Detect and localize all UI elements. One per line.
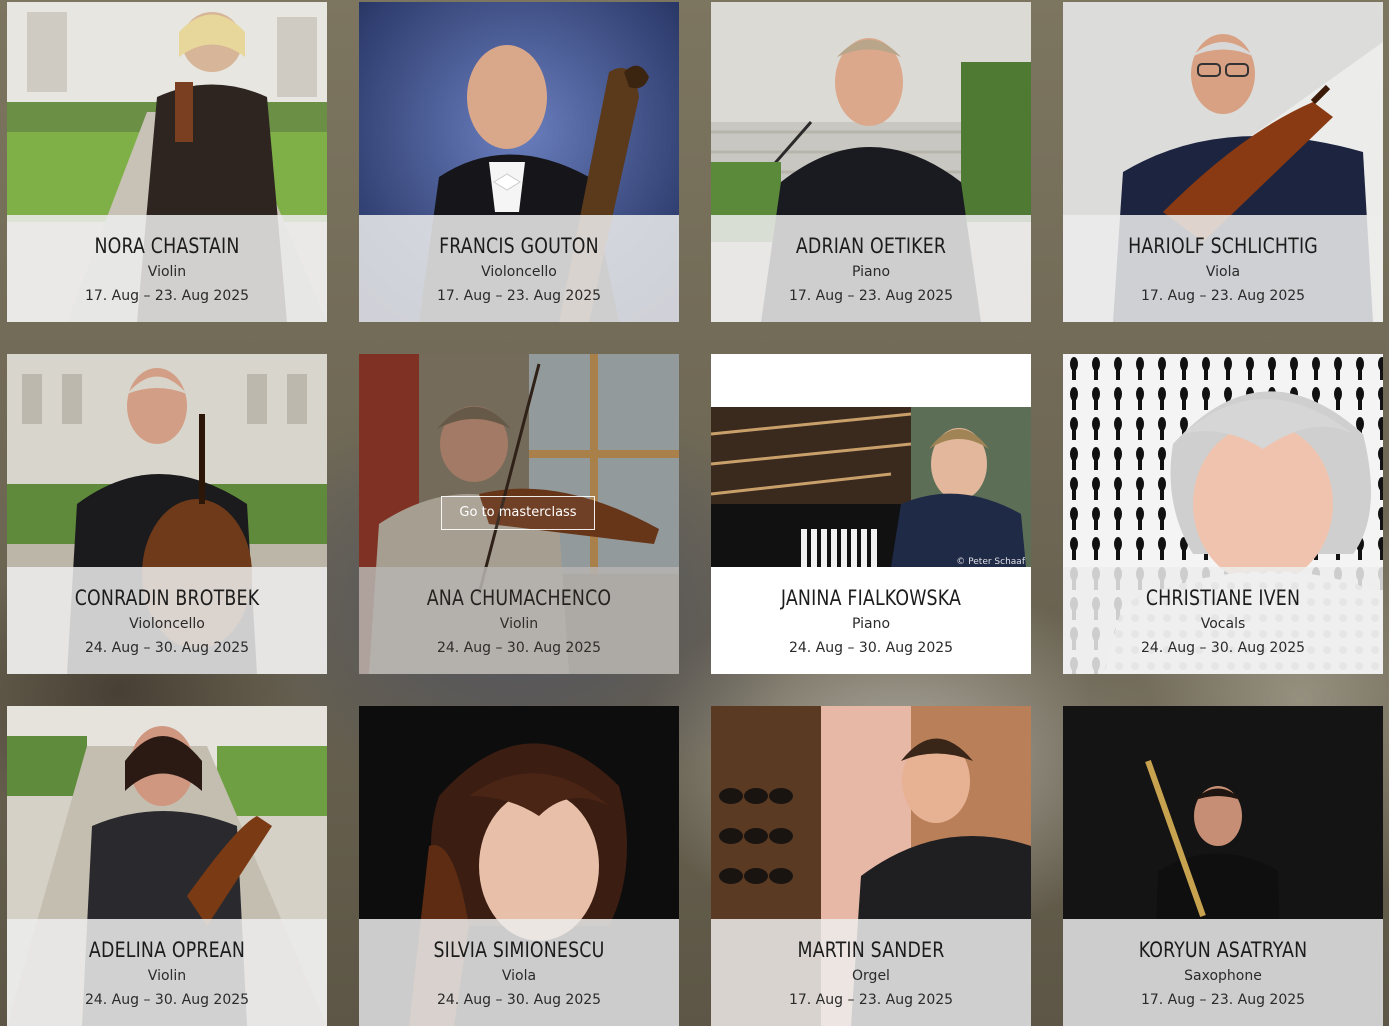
masterclass-card-martin-sander[interactable]: MARTIN SANDER Orgel 17. Aug – 23. Aug 20… xyxy=(711,706,1031,1026)
teacher-name: FRANCIS GOUTON xyxy=(439,234,599,258)
instrument-label: Violoncello xyxy=(481,264,557,280)
date-range: 24. Aug – 30. Aug 2025 xyxy=(84,640,250,656)
date-range: 24. Aug – 30. Aug 2025 xyxy=(1140,640,1306,656)
teacher-name: SILVIA SIMIONESCU xyxy=(433,938,605,962)
teacher-name: JANINA FIALKOWSKA xyxy=(780,586,962,610)
instrument-label: Saxophone xyxy=(1184,968,1262,984)
date-range: 17. Aug – 23. Aug 2025 xyxy=(788,288,954,304)
masterclass-card-conradin-brotbek[interactable]: CONRADIN BROTBEK Violoncello 24. Aug – 3… xyxy=(7,354,327,674)
instrument-label: Vocals xyxy=(1200,616,1246,632)
card-info-panel: NORA CHASTAIN Violin 17. Aug – 23. Aug 2… xyxy=(7,215,327,322)
masterclass-card-nora-chastain[interactable]: NORA CHASTAIN Violin 17. Aug – 23. Aug 2… xyxy=(7,2,327,322)
masterclass-card-adelina-oprean[interactable]: ADELINA OPREAN Violin 24. Aug – 30. Aug … xyxy=(7,706,327,1026)
card-info-panel: HARIOLF SCHLICHTIG Viola 17. Aug – 23. A… xyxy=(1063,215,1383,322)
card-info-panel: ADELINA OPREAN Violin 24. Aug – 30. Aug … xyxy=(7,919,327,1026)
instrument-label: Orgel xyxy=(852,968,890,984)
instrument-label: Violin xyxy=(147,264,187,280)
masterclass-card-ana-chumachenco[interactable]: Go to masterclass ANA CHUMACHENCO Violin… xyxy=(359,354,679,674)
date-range: 17. Aug – 23. Aug 2025 xyxy=(84,288,250,304)
teacher-name: NORA CHASTAIN xyxy=(94,234,240,258)
teacher-name: CHRISTIANE IVEN xyxy=(1145,586,1301,610)
date-range: 24. Aug – 30. Aug 2025 xyxy=(436,640,602,656)
card-info-panel: JANINA FIALKOWSKA Piano 24. Aug – 30. Au… xyxy=(711,567,1031,674)
date-range: 17. Aug – 23. Aug 2025 xyxy=(788,992,954,1008)
teacher-name: MARTIN SANDER xyxy=(797,938,945,962)
date-range: 17. Aug – 23. Aug 2025 xyxy=(1140,992,1306,1008)
date-range: 17. Aug – 23. Aug 2025 xyxy=(1140,288,1306,304)
card-info-panel: ADRIAN OETIKER Piano 17. Aug – 23. Aug 2… xyxy=(711,215,1031,322)
photo-credit: © Peter Schaaf xyxy=(956,557,1025,567)
card-info-panel: FRANCIS GOUTON Violoncello 17. Aug – 23.… xyxy=(359,215,679,322)
instrument-label: Viola xyxy=(501,968,537,984)
teacher-name: KORYUN ASATRYAN xyxy=(1138,938,1308,962)
masterclass-card-christiane-iven[interactable]: CHRISTIANE IVEN Vocals 24. Aug – 30. Aug… xyxy=(1063,354,1383,674)
card-info-panel: CHRISTIANE IVEN Vocals 24. Aug – 30. Aug… xyxy=(1063,567,1383,674)
masterclass-card-silvia-simionescu[interactable]: SILVIA SIMIONESCU Viola 24. Aug – 30. Au… xyxy=(359,706,679,1026)
teacher-name: ANA CHUMACHENCO xyxy=(426,586,612,610)
card-info-panel: ANA CHUMACHENCO Violin 24. Aug – 30. Aug… xyxy=(359,567,679,674)
date-range: 17. Aug – 23. Aug 2025 xyxy=(436,288,602,304)
card-info-panel: SILVIA SIMIONESCU Viola 24. Aug – 30. Au… xyxy=(359,919,679,1026)
date-range: 24. Aug – 30. Aug 2025 xyxy=(788,640,954,656)
masterclass-card-janina-fialkowska[interactable]: © Peter Schaaf JANINA FIALKOWSKA Piano 2… xyxy=(711,354,1031,674)
teacher-name: HARIOLF SCHLICHTIG xyxy=(1128,234,1318,258)
instrument-label: Piano xyxy=(851,264,891,280)
card-info-panel: MARTIN SANDER Orgel 17. Aug – 23. Aug 20… xyxy=(711,919,1031,1026)
masterclass-card-koryun-asatryan[interactable]: KORYUN ASATRYAN Saxophone 17. Aug – 23. … xyxy=(1063,706,1383,1026)
card-info-panel: KORYUN ASATRYAN Saxophone 17. Aug – 23. … xyxy=(1063,919,1383,1026)
teacher-name: CONRADIN BROTBEK xyxy=(74,586,260,610)
instrument-label: Viola xyxy=(1205,264,1241,280)
teacher-name: ADRIAN OETIKER xyxy=(795,234,947,258)
go-to-masterclass-button[interactable]: Go to masterclass xyxy=(441,496,595,530)
masterclass-grid: NORA CHASTAIN Violin 17. Aug – 23. Aug 2… xyxy=(7,2,1383,1026)
masterclass-card-francis-gouton[interactable]: FRANCIS GOUTON Violoncello 17. Aug – 23.… xyxy=(359,2,679,322)
masterclass-card-adrian-oetiker[interactable]: ADRIAN OETIKER Piano 17. Aug – 23. Aug 2… xyxy=(711,2,1031,322)
masterclass-card-hariolf-schlichtig[interactable]: HARIOLF SCHLICHTIG Viola 17. Aug – 23. A… xyxy=(1063,2,1383,322)
instrument-label: Violoncello xyxy=(129,616,205,632)
date-range: 24. Aug – 30. Aug 2025 xyxy=(436,992,602,1008)
instrument-label: Violin xyxy=(147,968,187,984)
card-info-panel: CONRADIN BROTBEK Violoncello 24. Aug – 3… xyxy=(7,567,327,674)
teacher-name: ADELINA OPREAN xyxy=(88,938,246,962)
instrument-label: Piano xyxy=(851,616,891,632)
instrument-label: Violin xyxy=(499,616,539,632)
date-range: 24. Aug – 30. Aug 2025 xyxy=(84,992,250,1008)
